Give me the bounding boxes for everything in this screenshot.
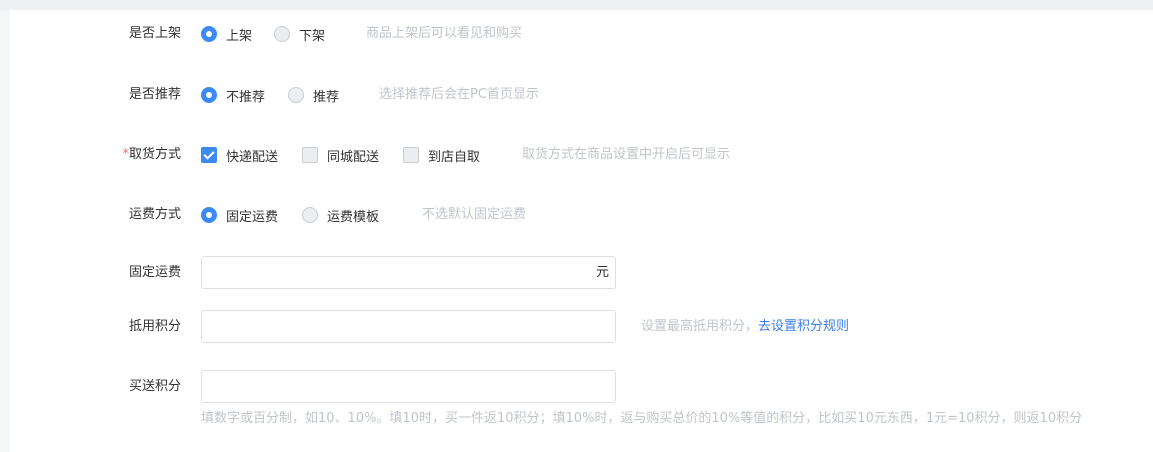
checkbox-checked-icon xyxy=(201,147,217,163)
radio-fixed-shipping[interactable]: 固定运费 xyxy=(201,198,278,232)
radio-checked-icon xyxy=(201,207,217,223)
checkbox-same-city[interactable]: 同城配送 xyxy=(302,138,379,172)
radio-shipping-template[interactable]: 运费模板 xyxy=(302,198,379,232)
pickup-hint: 取货方式在商品设置中开启后可显示 xyxy=(522,147,731,162)
points-gift-input[interactable] xyxy=(201,370,616,403)
listing-label: 是否上架 xyxy=(128,26,181,41)
radio-not-recommended-label: 不推荐 xyxy=(226,89,266,105)
currency-suffix: 元 xyxy=(595,265,609,280)
points-deduct-hint-text: 设置最高抵用积分， xyxy=(641,319,759,334)
top-strip xyxy=(0,0,1153,10)
radio-unchecked-icon xyxy=(288,87,304,103)
points-deduct-row: 抵用积分 设置最高抵用积分，去设置积分规则 xyxy=(10,310,1153,344)
checkbox-express[interactable]: 快递配送 xyxy=(201,138,278,172)
points-deduct-input[interactable] xyxy=(201,310,616,343)
radio-listed[interactable]: 上架 xyxy=(201,17,252,51)
radio-unlisted[interactable]: 下架 xyxy=(274,17,325,51)
radio-listed-label: 上架 xyxy=(226,28,253,44)
recommend-label: 是否推荐 xyxy=(128,87,181,102)
points-gift-label: 买送积分 xyxy=(128,379,181,394)
left-gutter xyxy=(0,10,10,452)
fixed-shipping-label: 固定运费 xyxy=(128,265,181,280)
radio-shipping-template-label: 运费模板 xyxy=(327,209,380,225)
shipping-method-row: 运费方式 固定运费 运费模板 不选默认固定运费 xyxy=(10,198,1153,232)
checkbox-same-city-label: 同城配送 xyxy=(327,149,380,165)
shipping-method-hint: 不选默认固定运费 xyxy=(422,207,527,222)
listing-hint: 商品上架后可以看见和购买 xyxy=(366,26,523,41)
listing-row: 是否上架 上架 下架 商品上架后可以看见和购买 xyxy=(10,17,1153,51)
radio-recommended[interactable]: 推荐 xyxy=(288,78,339,112)
recommend-hint: 选择推荐后会在PC首页显示 xyxy=(379,87,539,102)
pickup-label-text: 取货方式 xyxy=(128,147,181,162)
product-settings-form: 是否上架 上架 下架 商品上架后可以看见和购买 是否推荐 不推荐 推荐 选择推荐… xyxy=(10,10,1153,452)
radio-unchecked-icon xyxy=(302,207,318,223)
pickup-label: *取货方式 xyxy=(61,138,181,172)
points-gift-row: 买送积分 xyxy=(10,370,1153,404)
points-deduct-label: 抵用积分 xyxy=(128,319,181,334)
radio-unlisted-label: 下架 xyxy=(299,28,326,44)
radio-checked-icon xyxy=(201,26,217,42)
points-gift-note: 填数字或百分制，如10、10%。填10时，买一件返10积分；填10%时，返与购买… xyxy=(201,411,1083,426)
radio-unchecked-icon xyxy=(274,26,290,42)
radio-not-recommended[interactable]: 不推荐 xyxy=(201,78,265,112)
pickup-row: *取货方式 快递配送 同城配送 到店自取 取货方式在商品设置中开启后可显示 xyxy=(10,138,1153,172)
checkbox-express-label: 快递配送 xyxy=(226,149,279,165)
checkbox-store-pickup-label: 到店自取 xyxy=(428,149,481,165)
shipping-method-label: 运费方式 xyxy=(128,207,181,222)
radio-checked-icon xyxy=(201,87,217,103)
points-rules-link[interactable]: 去设置积分规则 xyxy=(758,319,849,334)
fixed-shipping-row: 固定运费 元 xyxy=(10,256,1153,290)
checkbox-unchecked-icon xyxy=(302,147,318,163)
radio-recommended-label: 推荐 xyxy=(313,89,340,105)
radio-fixed-shipping-label: 固定运费 xyxy=(226,209,279,225)
fixed-shipping-input[interactable]: 元 xyxy=(201,256,616,289)
checkbox-store-pickup[interactable]: 到店自取 xyxy=(403,138,480,172)
points-deduct-hint: 设置最高抵用积分，去设置积分规则 xyxy=(641,310,849,344)
checkbox-unchecked-icon xyxy=(403,147,419,163)
recommend-row: 是否推荐 不推荐 推荐 选择推荐后会在PC首页显示 xyxy=(10,78,1153,112)
